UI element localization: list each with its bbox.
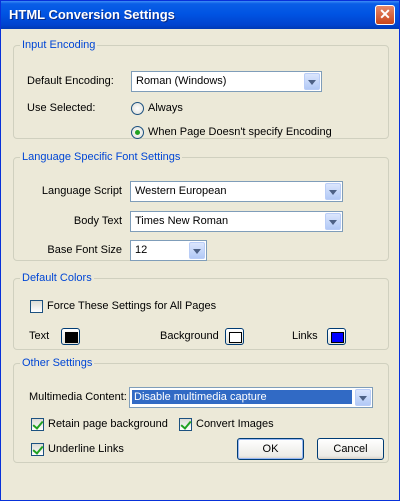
multimedia-content-label: Multimedia Content: xyxy=(29,391,127,403)
underline-links-label[interactable]: Underline Links xyxy=(48,443,124,455)
language-script-label: Language Script xyxy=(41,185,122,197)
body-text-label: Body Text xyxy=(73,215,122,227)
convert-images-checkbox[interactable] xyxy=(179,418,192,431)
cancel-button[interactable]: Cancel xyxy=(317,438,384,460)
input-encoding-legend: Input Encoding xyxy=(22,39,96,51)
body-text-select[interactable]: Times New Roman xyxy=(130,211,343,232)
underline-links-checkbox[interactable] xyxy=(31,443,44,456)
default-encoding-select[interactable]: Roman (Windows) xyxy=(131,71,322,92)
chevron-down-icon[interactable] xyxy=(304,73,320,90)
base-font-size-value: 12 xyxy=(135,244,148,256)
text-color-button[interactable] xyxy=(61,328,80,345)
links-color-label: Links xyxy=(292,330,318,342)
ok-button[interactable]: OK xyxy=(237,438,304,460)
radio-always[interactable] xyxy=(131,102,144,115)
radio-when-unspecified-label[interactable]: When Page Doesn't specify Encoding xyxy=(148,126,332,138)
chevron-down-icon[interactable] xyxy=(189,242,205,259)
background-color-swatch xyxy=(229,332,242,343)
default-colors-group: Default Colors Force These Settings for … xyxy=(13,272,389,350)
title-bar[interactable]: HTML Conversion Settings ✕ xyxy=(1,1,399,29)
default-encoding-label: Default Encoding: xyxy=(27,75,114,87)
background-color-button[interactable] xyxy=(225,328,244,345)
chevron-down-icon[interactable] xyxy=(355,389,371,406)
text-color-label: Text xyxy=(29,330,50,342)
multimedia-content-select[interactable]: Disable multimedia capture xyxy=(129,387,373,408)
convert-images-label[interactable]: Convert Images xyxy=(196,418,274,430)
retain-background-checkbox[interactable] xyxy=(31,418,44,431)
force-settings-label[interactable]: Force These Settings for All Pages xyxy=(47,300,216,312)
force-settings-checkbox[interactable] xyxy=(30,300,43,313)
use-selected-label: Use Selected: xyxy=(27,102,96,114)
links-color-swatch xyxy=(331,332,344,343)
language-script-value: Western European xyxy=(135,185,227,197)
close-icon[interactable]: ✕ xyxy=(375,5,395,25)
default-encoding-value: Roman (Windows) xyxy=(136,75,227,87)
base-font-size-label: Base Font Size xyxy=(47,244,122,256)
default-colors-legend: Default Colors xyxy=(22,272,92,284)
other-settings-legend: Other Settings xyxy=(22,357,93,369)
language-font-group: Language Specific Font Settings Language… xyxy=(13,151,389,261)
retain-background-label[interactable]: Retain page background xyxy=(48,418,168,430)
language-script-select[interactable]: Western European xyxy=(130,181,343,202)
background-color-label: Background xyxy=(160,330,219,342)
dialog-window: HTML Conversion Settings ✕ Input Encodin… xyxy=(0,0,400,501)
multimedia-content-value: Disable multimedia capture xyxy=(132,390,352,404)
radio-always-label[interactable]: Always xyxy=(148,102,183,114)
radio-when-unspecified[interactable] xyxy=(131,126,144,139)
text-color-swatch xyxy=(65,332,78,343)
links-color-button[interactable] xyxy=(327,328,346,345)
chevron-down-icon[interactable] xyxy=(325,183,341,200)
base-font-size-select[interactable]: 12 xyxy=(130,240,207,261)
body-text-value: Times New Roman xyxy=(135,215,229,227)
dialog-body: Input Encoding Default Encoding: Roman (… xyxy=(4,29,396,498)
chevron-down-icon[interactable] xyxy=(325,213,341,230)
language-font-legend: Language Specific Font Settings xyxy=(22,151,181,163)
input-encoding-group: Input Encoding Default Encoding: Roman (… xyxy=(13,39,389,139)
window-title: HTML Conversion Settings xyxy=(9,7,175,22)
